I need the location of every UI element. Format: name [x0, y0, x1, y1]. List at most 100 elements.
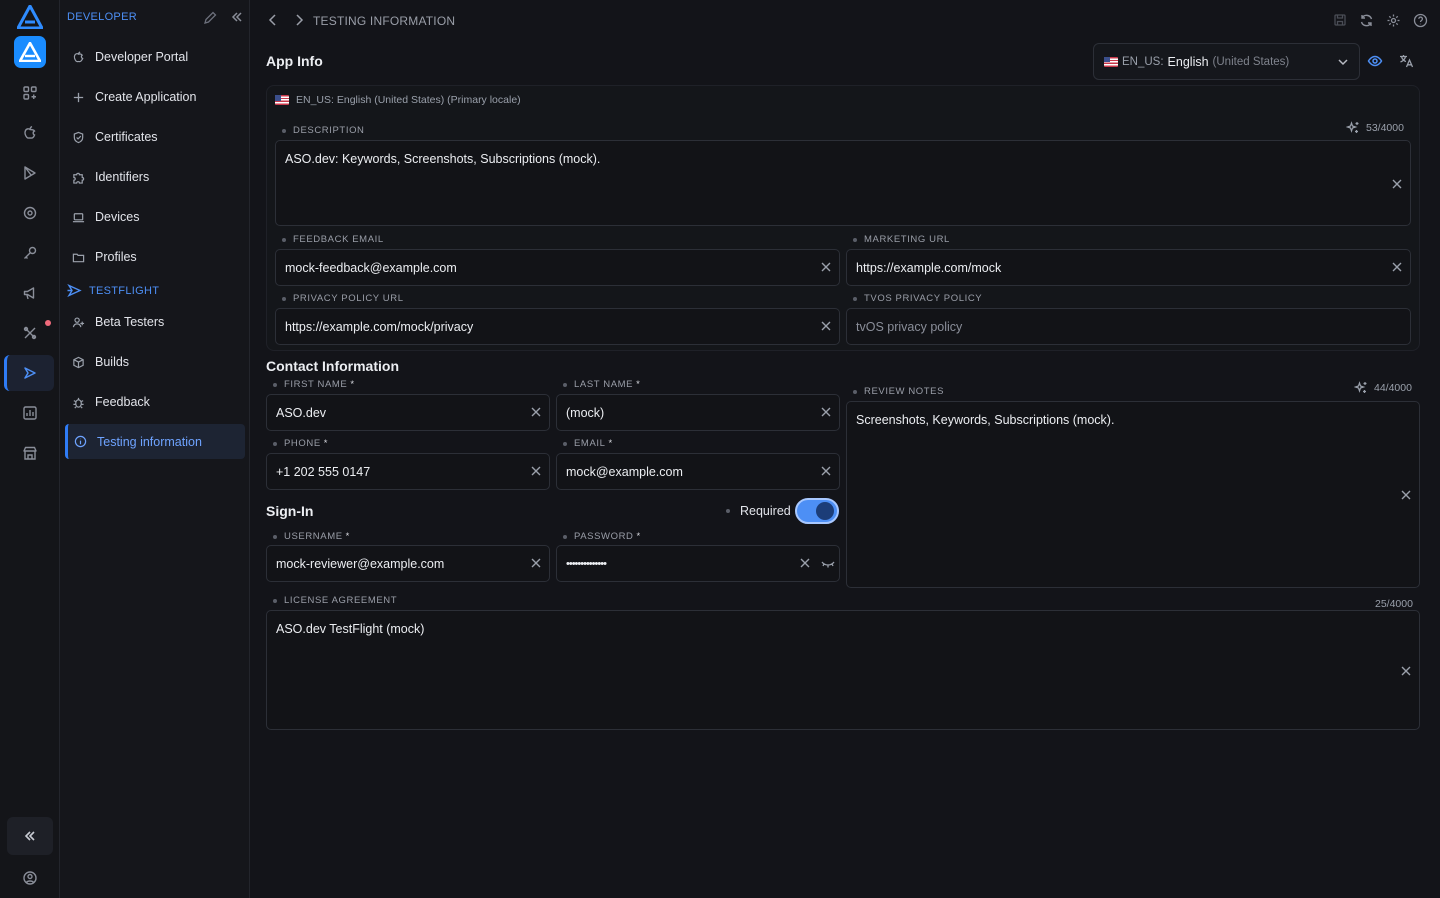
marketing-url-label: MARKETING URL: [853, 234, 950, 245]
user-account-icon[interactable]: [18, 866, 42, 890]
privacy-url-field[interactable]: https://example.com/mock/privacy: [275, 308, 840, 345]
sidebar-item-create-application[interactable]: Create Application: [65, 80, 245, 114]
sidebar-item-certificates[interactable]: Certificates: [65, 120, 245, 154]
privacy-url-label: PRIVACY POLICY URL: [282, 293, 404, 304]
email-field[interactable]: mock@example.com: [556, 453, 840, 490]
aso-logo-icon[interactable]: [17, 5, 43, 29]
first-name-field[interactable]: ASO.dev: [266, 394, 550, 431]
sidebar-header: DEVELOPER: [67, 11, 137, 23]
gear-icon[interactable]: [1386, 13, 1401, 31]
sparkles-icon[interactable]: [1354, 381, 1368, 395]
required-toggle[interactable]: [794, 498, 839, 524]
clear-icon[interactable]: [530, 465, 542, 477]
description-textarea[interactable]: ASO.dev: Keywords, Screenshots, Subscrip…: [275, 140, 1411, 226]
apple-icon[interactable]: [18, 121, 42, 145]
target-icon[interactable]: [18, 201, 42, 225]
sidebar-item-devices[interactable]: Devices: [65, 200, 245, 234]
sidebar-item-label: Beta Testers: [95, 315, 165, 329]
clear-icon[interactable]: [799, 557, 811, 569]
box-icon: [71, 355, 86, 370]
analytics-icon[interactable]: [18, 401, 42, 425]
info-icon: [73, 434, 88, 449]
sparkles-icon[interactable]: [1346, 121, 1360, 135]
locale-select[interactable]: EN_US: English (United States): [1093, 43, 1360, 80]
app-avatar-icon[interactable]: [14, 36, 46, 68]
preview-eye-icon[interactable]: [1367, 53, 1383, 72]
apps-icon[interactable]: [18, 81, 42, 105]
license-counter: 25/4000: [1375, 598, 1413, 610]
description-counter: 53/4000: [1346, 121, 1404, 135]
clear-icon[interactable]: [1400, 489, 1412, 501]
first-name-label: FIRST NAME *: [273, 379, 355, 390]
breadcrumb: TESTING INFORMATION: [313, 14, 456, 28]
clear-icon[interactable]: [530, 406, 542, 418]
clear-icon[interactable]: [1400, 665, 1412, 677]
sidebar-item-developer-portal[interactable]: Developer Portal: [65, 40, 245, 74]
refresh-icon[interactable]: [1359, 13, 1374, 31]
sidebar-item-label: Builds: [95, 355, 130, 369]
signin-title: Sign-In: [266, 503, 314, 519]
testflight-section-icon: [67, 284, 82, 297]
back-arrow-icon[interactable]: [267, 13, 279, 30]
password-label: PASSWORD *: [563, 531, 641, 542]
laptop-icon: [71, 210, 86, 225]
sidebar-item-builds[interactable]: Builds: [65, 345, 245, 379]
feedback-email-field[interactable]: mock-feedback@example.com: [275, 249, 840, 286]
last-name-field[interactable]: (mock): [556, 394, 840, 431]
forward-arrow-icon[interactable]: [293, 13, 305, 30]
last-name-label: LAST NAME *: [563, 379, 640, 390]
user-plus-icon: [71, 315, 86, 330]
testflight-icon[interactable]: [18, 361, 42, 385]
marketing-url-field[interactable]: https://example.com/mock: [846, 249, 1411, 286]
phone-field[interactable]: +1 202 555 0147: [266, 453, 550, 490]
top-bar: TESTING INFORMATION: [250, 0, 1440, 42]
megaphone-icon[interactable]: [18, 281, 42, 305]
username-field[interactable]: mock-reviewer@example.com: [266, 545, 550, 582]
review-notes-textarea[interactable]: Screenshots, Keywords, Subscriptions (mo…: [846, 401, 1420, 588]
clear-icon[interactable]: [530, 557, 542, 569]
sidebar-section-testflight: TESTFLIGHT: [67, 284, 159, 297]
clear-icon[interactable]: [1391, 261, 1403, 273]
tvos-privacy-label: TVOS PRIVACY POLICY: [853, 293, 982, 304]
folder-icon: [71, 250, 86, 265]
translate-icon[interactable]: [1398, 53, 1414, 72]
chevron-down-icon: [1338, 59, 1348, 66]
password-field[interactable]: ••••••••••••••: [556, 545, 840, 582]
sidebar-item-label: Feedback: [95, 395, 150, 409]
tvos-privacy-field[interactable]: tvOS privacy policy: [846, 308, 1411, 345]
feedback-email-label: FEEDBACK EMAIL: [282, 234, 384, 245]
clear-icon[interactable]: [820, 465, 832, 477]
sidebar-item-label: Create Application: [95, 90, 197, 104]
play-store-icon[interactable]: [18, 161, 42, 185]
clear-icon[interactable]: [820, 320, 832, 332]
clear-icon[interactable]: [1391, 178, 1403, 190]
collapse-rail-button[interactable]: [7, 817, 53, 855]
shield-check-icon: [71, 130, 86, 145]
collapse-sidebar-icon[interactable]: [230, 10, 244, 27]
sidebar-item-profiles[interactable]: Profiles: [65, 240, 245, 274]
edit-icon[interactable]: [203, 11, 217, 28]
eye-closed-icon[interactable]: [821, 558, 835, 570]
clear-icon[interactable]: [820, 406, 832, 418]
sidebar-item-identifiers[interactable]: Identifiers: [65, 160, 245, 194]
store-icon[interactable]: [18, 441, 42, 465]
notification-dot: [45, 320, 51, 326]
sidebar-item-beta-testers[interactable]: Beta Testers: [65, 305, 245, 339]
key-icon[interactable]: [18, 241, 42, 265]
sidebar-item-label: Profiles: [95, 250, 137, 264]
sidebar-item-testing-information[interactable]: Testing information: [65, 424, 245, 459]
help-icon[interactable]: [1413, 13, 1428, 31]
sidebar-item-label: Testing information: [97, 434, 202, 449]
puzzle-icon: [71, 170, 86, 185]
us-flag-icon: [1104, 56, 1118, 67]
sidebar: DEVELOPER Developer Portal Create Applic…: [60, 0, 250, 898]
tools-icon[interactable]: [18, 321, 42, 345]
primary-locale-label: EN_US: English (United States) (Primary …: [275, 94, 521, 106]
save-icon[interactable]: [1333, 13, 1347, 30]
license-textarea[interactable]: ASO.dev TestFlight (mock): [266, 610, 1420, 730]
clear-icon[interactable]: [820, 261, 832, 273]
plus-icon: [71, 90, 86, 105]
app-rail: [0, 0, 60, 898]
description-label: DESCRIPTION: [282, 125, 365, 136]
sidebar-item-feedback[interactable]: Feedback: [65, 385, 245, 419]
